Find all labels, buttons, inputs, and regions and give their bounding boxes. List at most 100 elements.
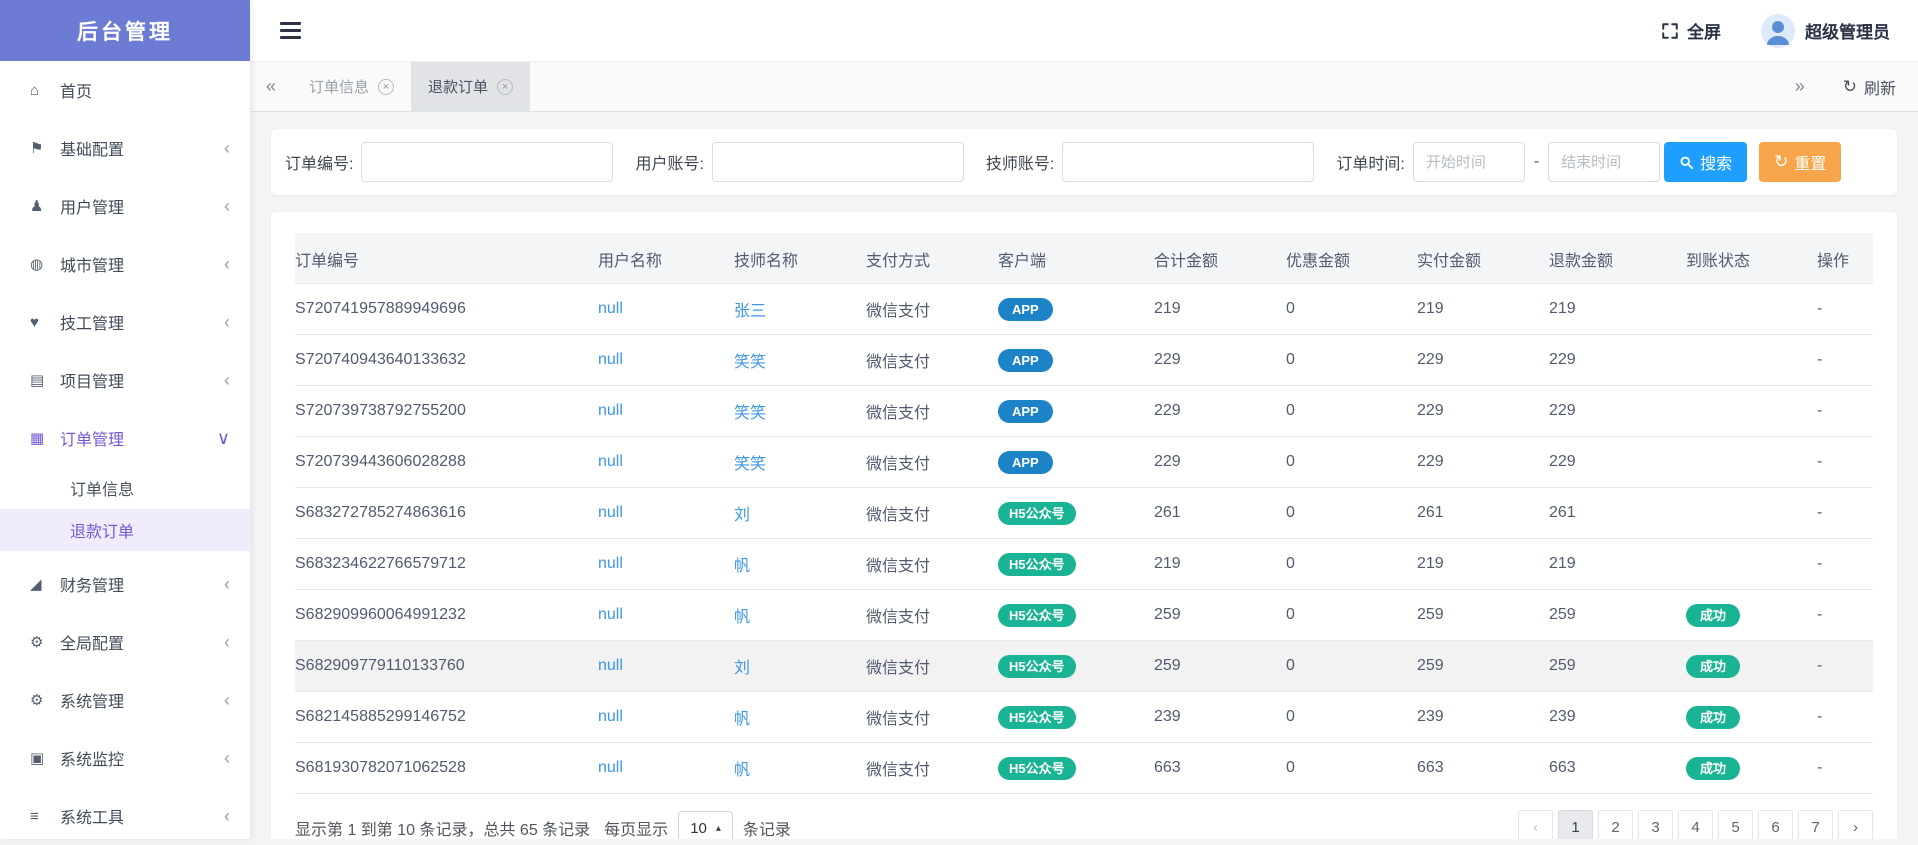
tech-link[interactable]: 张三 [734,303,766,320]
sidebar-item-tech-mgmt[interactable]: ♥ 技工管理 ‹ [0,293,250,351]
tech-link[interactable]: 帆 [734,711,750,728]
tools-icon: ≡ [30,807,39,825]
page-size-select[interactable]: 10 ▴ [678,810,733,839]
table-row[interactable]: S682145885299146752 null 帆微信支付 H5公众号 239 0 239… [295,691,1873,743]
sidebar-item-system-mgmt[interactable]: ⚙ 系统管理 ‹ [0,671,250,729]
sidebar-item-order-mgmt[interactable]: ▦ 订单管理 ∨ [0,409,250,467]
tab-order-info[interactable]: 订单信息 × [292,62,411,111]
tech-link[interactable]: 笑笑 [734,456,766,473]
chevron-left-icon: ‹ [224,311,230,332]
user-link[interactable]: null [598,708,623,725]
table-row[interactable]: S720739443606028288 null 笑笑 微信支付 APP 229 0 229 2… [295,436,1873,488]
bookmark-icon: ⚑ [30,140,44,157]
sidebar-item-system-tools[interactable]: ≡ 系统工具 ‹ [0,787,250,845]
user-link[interactable]: null [598,555,623,572]
tech-account-input[interactable] [1062,142,1315,182]
topbar: 全屏 超级管理员 [250,0,1918,61]
page-button-5[interactable]: 5 [1718,810,1753,839]
table-row[interactable]: S681930782071062528 null 帆微信支付 H5公众号 663 0 663… [295,742,1873,794]
tab-refund-orders[interactable]: 退款订单 × [411,62,531,111]
refresh-tab-button[interactable]: ↻ 刷新 [1843,75,1896,99]
sidebar-item-global-config[interactable]: ⚙ 全局配置 ‹ [0,613,250,671]
table-row[interactable]: S682909960064991232 null 帆微信支付 H5公众号 259 0 259… [295,589,1873,641]
user-link[interactable]: null [598,453,623,470]
column-header: 到账状态 [1686,234,1817,284]
cogs-icon: ⚙ [30,634,44,651]
order-no-input[interactable] [361,142,614,182]
user-link[interactable]: null [598,504,623,521]
sidebar-item-finance-mgmt[interactable]: ◢ 财务管理 ‹ [0,555,250,613]
user-menu[interactable]: 超级管理员 [1761,13,1890,48]
gear-icon: ⚙ [30,692,44,709]
table-row[interactable]: S720740943640133632 null 笑笑 微信支付 APP 229 0 229 2… [295,334,1873,386]
status-badge: 成功 [1686,756,1741,780]
user-link[interactable]: null [598,606,623,623]
menu-toggle-button[interactable] [280,18,301,43]
sidebar-subitem-order-info[interactable]: 订单信息 [0,467,250,509]
tech-link[interactable]: 刘 [734,507,750,524]
page-button-7[interactable]: 7 [1798,810,1833,839]
fullscreen-button[interactable]: 全屏 [1661,18,1721,43]
user-link[interactable]: null [598,759,623,776]
app-root: 后台管理 ⌂ 首页 ⚑ 基础配置 ‹ ♟ 用户管理 ‹ ◍ 城市管理 ‹ ♥ 技工管理 ‹ ▤ 项目管理 ‹ ▦ 订… [0,0,1918,839]
sidebar-item-label: 系统监控 [60,752,125,769]
close-icon[interactable]: × [497,78,514,95]
sidebar-subitem-refund-orders[interactable]: 退款订单 [0,509,250,551]
sidebar-item-label: 项目管理 [60,374,125,391]
table-row[interactable]: S720741957889949696 null 张三 微信支付 APP 219 0 219 2… [295,283,1873,335]
sidebar-item-home[interactable]: ⌂ 首页 [0,61,250,119]
cell-discount: 0 [1286,487,1417,539]
table-row[interactable]: S720739738792755200 null 笑笑 微信支付 APP 229 0 229 2… [295,385,1873,437]
tab-label: 订单信息 [309,79,370,96]
cell-total: 239 [1154,691,1286,743]
tabs-scroll-left-button[interactable]: « [250,62,292,111]
end-time-input[interactable] [1548,142,1661,182]
sidebar-item-project-mgmt[interactable]: ▤ 项目管理 ‹ [0,351,250,409]
tabs-scroll-right-button[interactable]: » [1779,76,1821,97]
tech-link[interactable]: 帆 [734,762,750,779]
user-link[interactable]: null [598,657,623,674]
cell-discount: 0 [1286,640,1417,692]
tech-link[interactable]: 帆 [734,609,750,626]
table-row[interactable]: S683272785274863616 null 刘微信支付 H5公众号 261 0 261… [295,487,1873,539]
cell-pay-method: 微信支付 [866,487,998,539]
column-header: 退款金额 [1549,234,1686,284]
page-size-prefix: 每页显示 [604,822,669,839]
cell-total: 259 [1154,589,1286,641]
cell-operation: - [1817,640,1873,692]
user-link[interactable]: null [598,300,623,317]
column-header: 客户端 [998,234,1154,284]
sidebar-item-user-mgmt[interactable]: ♟ 用户管理 ‹ [0,177,250,235]
close-icon[interactable]: × [378,78,395,95]
user-link[interactable]: null [598,402,623,419]
page-prev-button[interactable]: ‹ [1518,810,1553,839]
page-button-1[interactable]: 1 [1558,810,1593,839]
page-button-3[interactable]: 3 [1638,810,1673,839]
table-row[interactable]: S683234622766579712 null 帆微信支付 H5公众号 219 0 219… [295,538,1873,590]
search-button[interactable]: 搜索 [1664,142,1748,182]
tech-link[interactable]: 笑笑 [734,354,766,371]
page-button-2[interactable]: 2 [1598,810,1633,839]
cell-discount: 0 [1286,538,1417,590]
user-account-input[interactable] [711,142,964,182]
sidebar-item-city-mgmt[interactable]: ◍ 城市管理 ‹ [0,235,250,293]
cell-refund: 219 [1549,283,1686,335]
sidebar-item-base-config[interactable]: ⚑ 基础配置 ‹ [0,119,250,177]
page-button-6[interactable]: 6 [1758,810,1793,839]
orders-table: 订单编号 用户名称 技师名称 支付方式 客户端 合计金额 优惠金额 实付金额 退款金额 到账状态操… [295,234,1873,794]
cell-operation: - [1817,691,1873,743]
status-badge: 成功 [1686,603,1741,627]
tech-link[interactable]: 笑笑 [734,405,766,422]
page-button-4[interactable]: 4 [1678,810,1713,839]
table-head-row: 订单编号 用户名称 技师名称 支付方式 客户端 合计金额 优惠金额 实付金额 退款金额 到账状态操… [295,234,1873,284]
page-next-button[interactable]: › [1838,810,1873,839]
tech-link[interactable]: 刘 [734,660,750,677]
table-row[interactable]: S682909779110133760 null 刘微信支付 H5公众号 259 0 259… [295,640,1873,692]
sidebar-item-label: 用户管理 [60,200,125,217]
user-link[interactable]: null [598,351,623,368]
sidebar-item-system-monitor[interactable]: ▣ 系统监控 ‹ [0,729,250,787]
cell-operation: - [1817,283,1873,335]
tech-link[interactable]: 帆 [734,558,750,575]
start-time-input[interactable] [1412,142,1525,182]
reset-button[interactable]: ↻ 重置 [1759,142,1842,182]
